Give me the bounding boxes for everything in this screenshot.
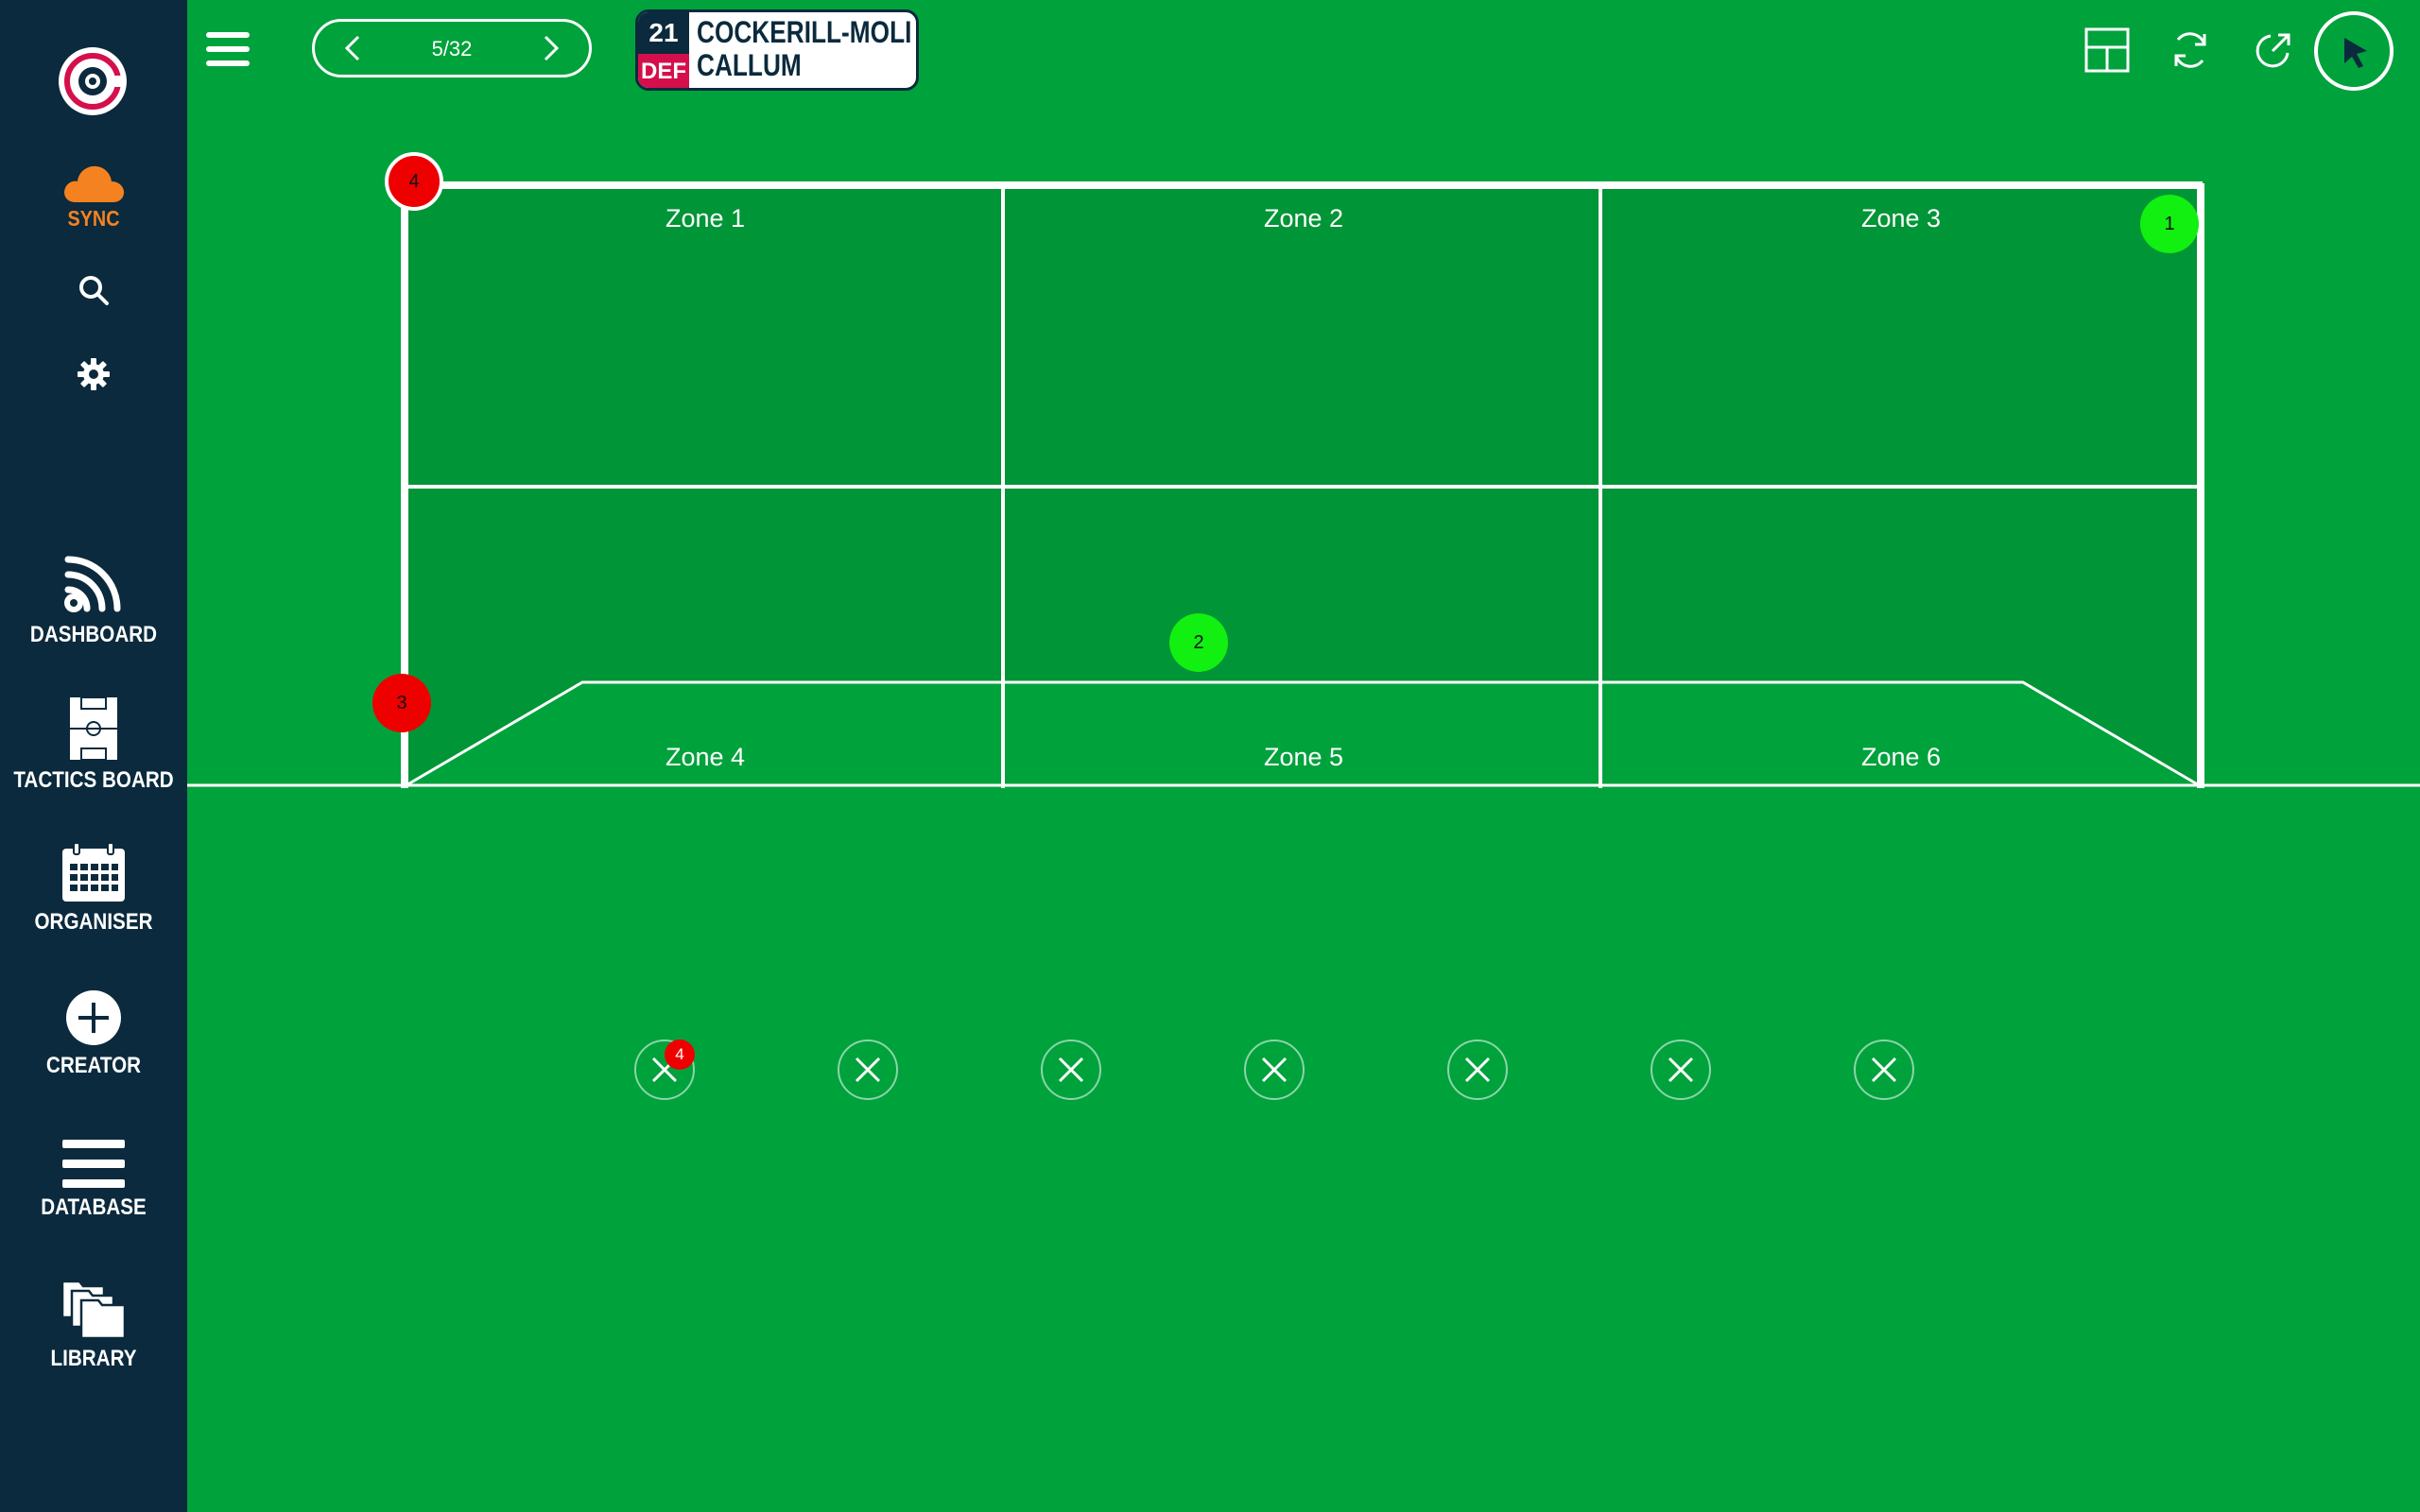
zone-label: Zone 5 bbox=[1263, 743, 1344, 771]
folders-icon bbox=[60, 1280, 127, 1340]
dashboard-icon bbox=[64, 556, 121, 612]
player-number: 21 bbox=[638, 12, 689, 54]
menu-icon-bar bbox=[206, 46, 250, 52]
app-logo-icon[interactable] bbox=[57, 45, 129, 117]
close-icon bbox=[1871, 1057, 1897, 1083]
main-area: Zone 1 Zone 2 Zone 3 Zone 4 Zone 5 Zone … bbox=[187, 0, 2420, 1512]
player-slot[interactable] bbox=[1651, 1040, 1711, 1100]
zone-label: Zone 4 bbox=[665, 743, 746, 771]
page-navigator: 5/32 bbox=[312, 19, 592, 77]
menu-icon-bar bbox=[206, 32, 250, 38]
player-slot[interactable]: 4 bbox=[634, 1040, 695, 1100]
player-slot[interactable] bbox=[1041, 1040, 1101, 1100]
sidebar-item-tactics-board[interactable]: TACTICS BOARD bbox=[0, 696, 187, 794]
close-icon bbox=[1464, 1057, 1491, 1083]
player-slot[interactable] bbox=[1854, 1040, 1914, 1100]
pointer-tool-button[interactable] bbox=[2314, 11, 2394, 91]
search-icon bbox=[79, 276, 109, 305]
refresh-icon[interactable] bbox=[2167, 26, 2214, 74]
sidebar-item-label: TACTICS BOARD bbox=[13, 767, 174, 793]
chevron-right-icon[interactable] bbox=[532, 31, 566, 65]
player-position: DEF bbox=[638, 54, 689, 88]
zone-label: Zone 1 bbox=[665, 204, 746, 232]
zone-label: Zone 3 bbox=[1860, 204, 1942, 232]
player-firstname: CALLUM bbox=[697, 48, 802, 82]
marker-red[interactable]: 3 bbox=[372, 674, 431, 732]
sidebar-item-label: LIBRARY bbox=[50, 1346, 137, 1371]
plus-circle-icon bbox=[66, 990, 121, 1045]
menu-button[interactable] bbox=[206, 32, 250, 68]
marker-red[interactable]: 4 bbox=[385, 152, 443, 211]
marker-green[interactable]: 2 bbox=[1169, 613, 1228, 672]
close-icon bbox=[855, 1057, 881, 1083]
sidebar-item-creator[interactable]: CREATOR bbox=[0, 988, 187, 1079]
sync-button[interactable]: SYNC bbox=[0, 163, 187, 232]
list-icon bbox=[62, 1140, 125, 1188]
sidebar-item-database[interactable]: DATABASE bbox=[0, 1140, 187, 1221]
close-icon bbox=[1058, 1057, 1084, 1083]
top-bar: 5/32 21 DEF COCKERILL-MOLI CALLUM bbox=[187, 0, 2420, 104]
sidebar-item-label: DASHBOARD bbox=[29, 622, 158, 647]
sidebar-item-label: CREATOR bbox=[45, 1053, 142, 1078]
pointer-icon bbox=[2344, 38, 2367, 68]
sync-label: SYNC bbox=[67, 206, 120, 231]
player-name: COCKERILL-MOLI CALLUM bbox=[697, 16, 911, 82]
close-icon bbox=[1668, 1057, 1694, 1083]
player-surname: COCKERILL-MOLI bbox=[697, 15, 912, 49]
player-slot[interactable] bbox=[1244, 1040, 1305, 1100]
zone-label: Zone 2 bbox=[1263, 204, 1344, 232]
slot-badge: 4 bbox=[665, 1040, 695, 1070]
marker-green[interactable]: 1 bbox=[2140, 195, 2199, 253]
player-slot[interactable] bbox=[838, 1040, 898, 1100]
tactics-board-icon bbox=[70, 696, 117, 761]
sidebar: SYNC DASHBOARD TACTICS BOARD ORGANISER C… bbox=[0, 0, 187, 1512]
layout-icon[interactable] bbox=[2083, 26, 2131, 74]
close-icon bbox=[1261, 1057, 1288, 1083]
zone-label: Zone 6 bbox=[1860, 743, 1942, 771]
cloud-icon bbox=[64, 165, 125, 202]
sidebar-item-label: ORGANISER bbox=[34, 909, 153, 935]
search-button[interactable] bbox=[0, 274, 187, 306]
sidebar-item-library[interactable]: LIBRARY bbox=[0, 1280, 187, 1372]
player-slot[interactable] bbox=[1447, 1040, 1508, 1100]
gear-icon bbox=[78, 358, 110, 390]
calendar-icon bbox=[62, 842, 125, 902]
player-card[interactable]: 21 DEF COCKERILL-MOLI CALLUM bbox=[635, 9, 919, 91]
sidebar-item-label: DATABASE bbox=[41, 1194, 147, 1220]
share-icon[interactable] bbox=[2250, 26, 2297, 74]
menu-icon-bar bbox=[206, 60, 250, 66]
settings-button[interactable] bbox=[0, 357, 187, 391]
sidebar-item-dashboard[interactable]: DASHBOARD bbox=[0, 550, 187, 648]
sidebar-item-organiser[interactable]: ORGANISER bbox=[0, 841, 187, 936]
